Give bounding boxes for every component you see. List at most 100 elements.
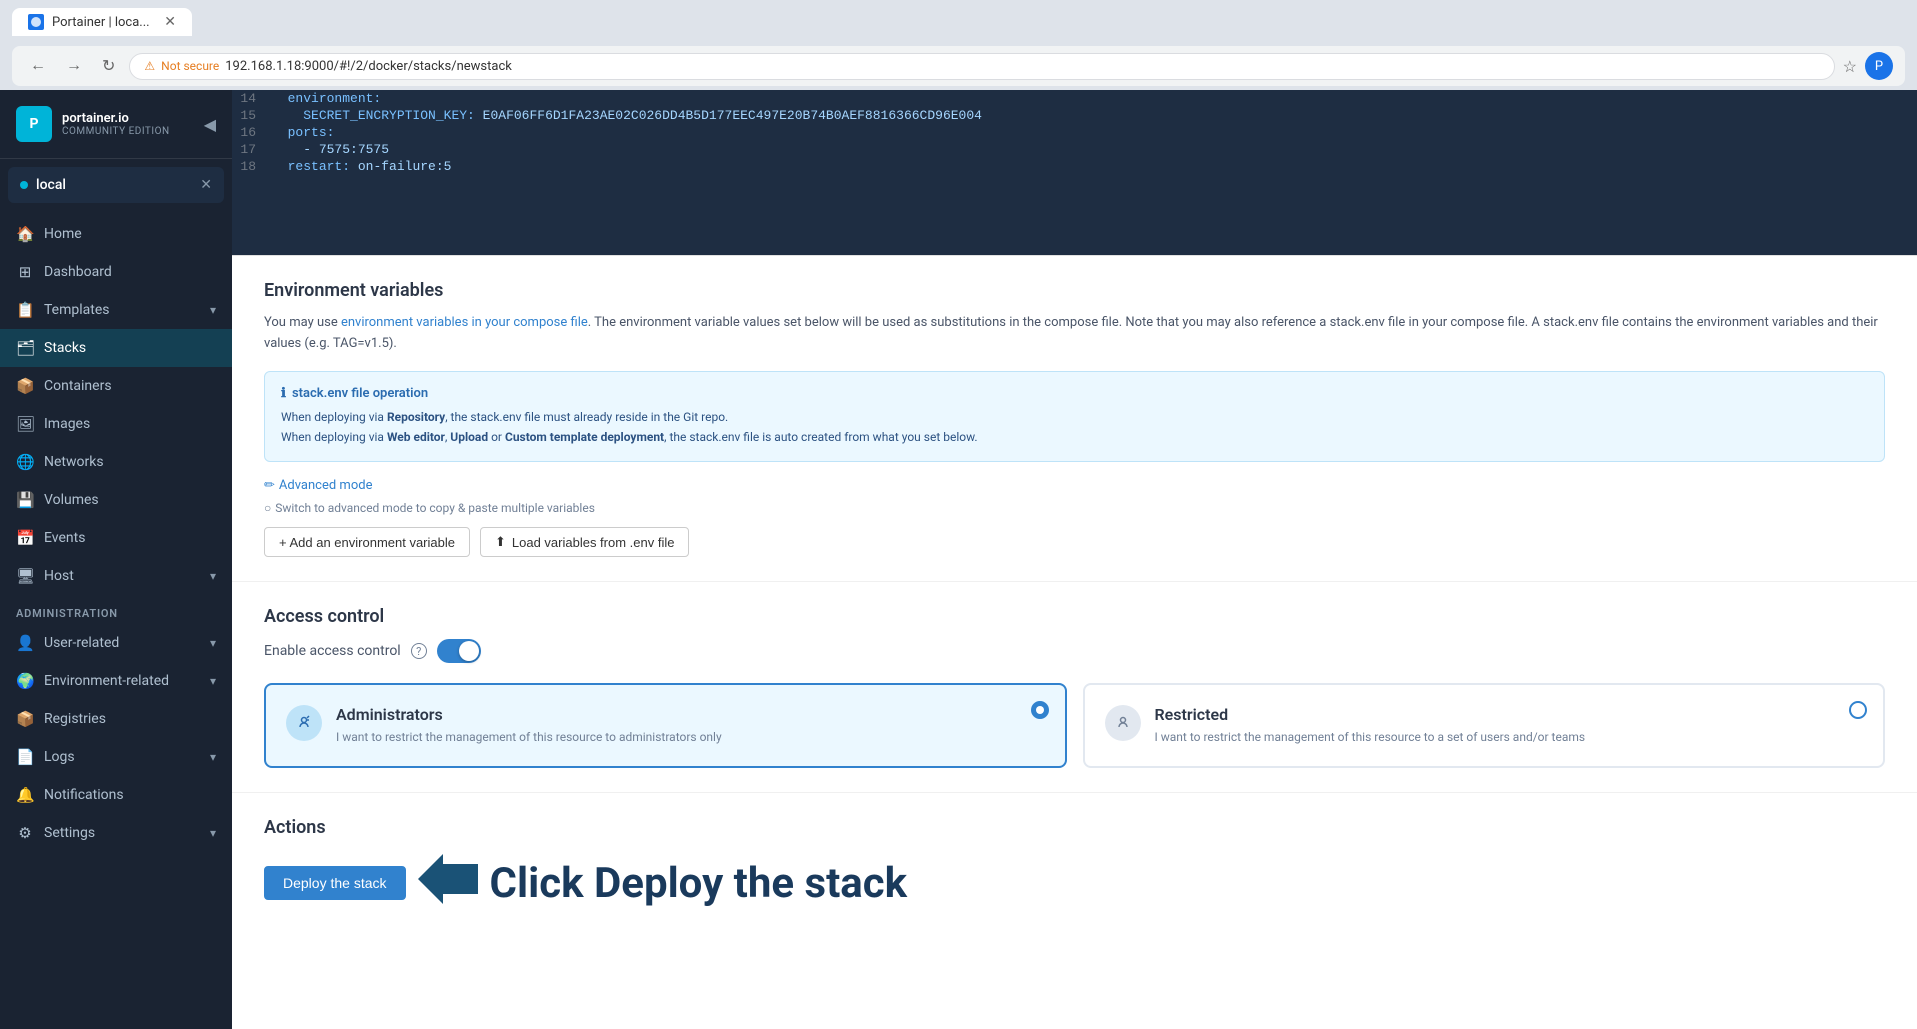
browser-chrome: Portainer | loca... ✕ ← → ↻ ⚠ Not secure… [0,0,1917,90]
info-circle-icon: ○ [264,501,271,515]
administrators-radio[interactable] [1031,701,1049,719]
sidebar-item-label-dashboard: Dashboard [44,264,216,280]
sidebar-item-events[interactable]: 📅 Events [0,519,232,557]
sidebar-item-label-logs: Logs [44,749,200,765]
restricted-radio[interactable] [1849,701,1867,719]
images-icon: 🖼 [16,415,34,433]
user-related-icon: 👤 [16,634,34,652]
info-line1-bold: Repository [387,410,445,424]
info-box-line1: When deploying via Repository, the stack… [281,407,1868,427]
sidebar-item-stacks[interactable]: 🗂 Stacks [0,329,232,367]
environment-related-icon: 🌍 [16,672,34,690]
sidebar-item-home[interactable]: 🏠 Home [0,215,232,253]
environment-status-dot [20,181,28,189]
code-line-18: 18 restart: on-failure:5 [232,158,1917,175]
actions-section: Actions Deploy the stack Click Deploy th… [232,793,1917,952]
sidebar-logo: P portainer.io COMMUNITY EDITION ◀ [0,90,232,159]
environment-close-button[interactable]: ✕ [200,177,212,193]
load-env-button[interactable]: ⬆ Load variables from .env file [480,527,690,557]
sidebar-item-logs[interactable]: 📄 Logs ▾ [0,738,232,776]
sidebar-collapse-button[interactable]: ◀ [204,115,216,134]
administrators-card[interactable]: Administrators I want to restrict the ma… [264,683,1067,768]
sidebar-nav: 🏠 Home ⊞ Dashboard 📋 Templates ▾ 🗂 Stack… [0,211,232,1029]
sidebar-item-label-networks: Networks [44,454,216,470]
sidebar-item-label-volumes: Volumes [44,492,216,508]
administrators-card-desc: I want to restrict the management of thi… [336,728,722,746]
load-env-label: Load variables from .env file [512,535,675,550]
tab-close-button[interactable]: ✕ [164,14,176,30]
env-info-box: ℹ stack.env file operation When deployin… [264,371,1885,463]
address-bar[interactable]: ⚠ Not secure 192.168.1.18:9000/#!/2/dock… [129,53,1834,80]
access-control-section: Access control Enable access control ? [232,582,1917,793]
line-content-16: ports: [272,125,1917,140]
bookmark-icon[interactable]: ☆ [1843,57,1857,76]
networks-icon: 🌐 [16,453,34,471]
logo-sub: COMMUNITY EDITION [62,126,170,137]
add-env-var-button[interactable]: + Add an environment variable [264,527,470,557]
admin-section-title: Administration [0,595,232,624]
content-body: 14 environment: 15 SECRET_ENCRYPTION_KEY… [232,90,1917,952]
sidebar-item-networks[interactable]: 🌐 Networks [0,443,232,481]
tab-title: Portainer | loca... [52,15,150,30]
forward-button[interactable]: → [60,55,88,77]
sidebar-item-settings[interactable]: ⚙ Settings ▾ [0,814,232,852]
administrators-card-content: Administrators I want to restrict the ma… [336,705,722,746]
advanced-mode-link[interactable]: ✏ Advanced mode [264,478,372,493]
restricted-icon [1105,705,1141,741]
sidebar-item-templates[interactable]: 📋 Templates ▾ [0,291,232,329]
line-num-18: 18 [232,159,272,174]
sidebar-item-label-user-related: User-related [44,635,200,651]
browser-toolbar: ← → ↻ ⚠ Not secure 192.168.1.18:9000/#!/… [12,46,1905,86]
not-secure-icon: ⚠ [144,59,155,73]
advanced-mode-hint-text: ○ Switch to advanced mode to copy & past… [264,501,595,515]
notifications-icon: 🔔 [16,786,34,804]
url-text: 192.168.1.18:9000/#!/2/docker/stacks/new… [225,59,512,74]
user-profile-icon[interactable]: P [1865,52,1893,80]
back-button[interactable]: ← [24,55,52,77]
sidebar-item-volumes[interactable]: 💾 Volumes [0,481,232,519]
sidebar-item-containers[interactable]: 📦 Containers [0,367,232,405]
sidebar-item-images[interactable]: 🖼 Images [0,405,232,443]
env-desc-link[interactable]: environment variables in your compose fi… [341,315,588,330]
info-box-title-text: stack.env file operation [292,386,428,401]
info-line1-end: , the stack.env file must already reside… [445,410,728,424]
advanced-mode-row: ✏ Advanced mode [264,478,1885,493]
deploy-stack-button[interactable]: Deploy the stack [264,866,406,900]
enable-access-control-row: Enable access control ? [264,639,1885,663]
line-content-15: SECRET_ENCRYPTION_KEY: E0AF06FF6D1FA23AE… [272,108,1917,123]
access-control-toggle[interactable] [437,639,481,663]
sidebar-item-label-environment-related: Environment-related [44,673,200,689]
logo-text-area: portainer.io COMMUNITY EDITION [62,111,170,138]
advanced-mode-label: Advanced mode [279,478,373,493]
sidebar-item-host[interactable]: 🖥 Host ▾ [0,557,232,595]
info-line2-bold3: Custom template deployment [505,430,664,444]
sidebar-item-registries[interactable]: 📦 Registries [0,700,232,738]
dashboard-icon: ⊞ [16,263,34,281]
reload-button[interactable]: ↻ [96,54,121,78]
restricted-card[interactable]: Restricted I want to restrict the manage… [1083,683,1886,768]
chevron-down-icon-logs: ▾ [210,750,216,764]
chevron-down-icon-user: ▾ [210,636,216,650]
line-num-16: 16 [232,125,272,140]
environment-selector[interactable]: local ✕ [8,167,224,203]
sidebar: P portainer.io COMMUNITY EDITION ◀ local… [0,90,232,1029]
settings-icon: ⚙ [16,824,34,842]
containers-icon: 📦 [16,377,34,395]
restricted-card-title: Restricted [1155,705,1586,724]
chevron-down-icon-settings: ▾ [210,826,216,840]
templates-icon: 📋 [16,301,34,319]
sidebar-item-dashboard[interactable]: ⊞ Dashboard [0,253,232,291]
sidebar-item-label-templates: Templates [44,302,200,318]
access-control-help-icon[interactable]: ? [411,643,427,659]
sidebar-item-notifications[interactable]: 🔔 Notifications [0,776,232,814]
sidebar-item-user-related[interactable]: 👤 User-related ▾ [0,624,232,662]
sidebar-item-label-stacks: Stacks [44,340,216,356]
chevron-down-icon: ▾ [210,303,216,317]
code-line-15: 15 SECRET_ENCRYPTION_KEY: E0AF06FF6D1FA2… [232,107,1917,124]
info-line2-start: When deploying via [281,430,387,444]
env-buttons-row: + Add an environment variable ⬆ Load var… [264,527,1885,557]
browser-tab-active[interactable]: Portainer | loca... ✕ [12,8,192,36]
annotation-text: Click Deploy the stack [490,859,908,908]
env-section-description: You may use environment variables in you… [264,313,1885,355]
sidebar-item-environment-related[interactable]: 🌍 Environment-related ▾ [0,662,232,700]
